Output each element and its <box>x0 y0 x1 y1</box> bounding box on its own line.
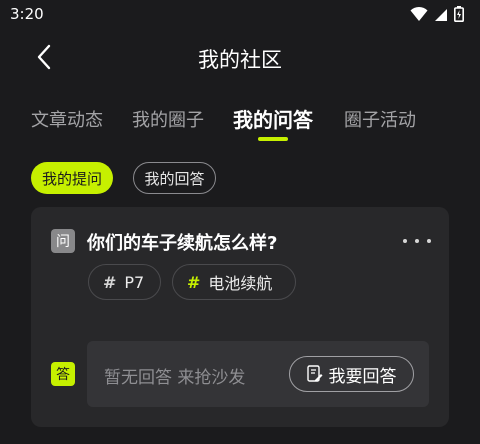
filter-my-answers[interactable]: 我的回答 <box>133 162 216 194</box>
edit-note-icon <box>306 365 322 382</box>
status-time: 3:20 <box>10 5 44 23</box>
active-tab-indicator <box>258 137 288 141</box>
app-header: 我的社区 <box>0 30 480 86</box>
tab-circle-events[interactable]: 圈子活动 <box>344 106 416 132</box>
filter-my-questions[interactable]: 我的提问 <box>31 162 113 194</box>
wifi-icon <box>410 6 428 26</box>
tab-articles[interactable]: 文章动态 <box>31 106 103 132</box>
more-options-button[interactable] <box>403 231 431 251</box>
signal-icon <box>434 7 448 26</box>
status-icons <box>410 6 464 26</box>
tab-my-qa[interactable]: 我的问答 <box>233 104 313 133</box>
battery-icon <box>454 6 464 26</box>
tab-my-circles[interactable]: 我的圈子 <box>132 106 204 132</box>
question-card[interactable]: 问 你们的车子续航怎么样? # P7 # 电池续航 答 暂无回答 来抢沙发 我要… <box>31 207 449 427</box>
tab-bar: 文章动态 我的圈子 我的问答 圈子活动 <box>0 100 480 144</box>
question-badge: 问 <box>51 229 75 253</box>
topic-tag-label: 电池续航 <box>208 274 273 293</box>
answer-badge: 答 <box>51 362 75 386</box>
status-bar: 3:20 <box>0 0 480 30</box>
answer-box: 暂无回答 来抢沙发 我要回答 <box>87 341 429 407</box>
hash-icon: # <box>103 272 117 292</box>
more-dot-icon <box>415 239 419 243</box>
write-answer-label: 我要回答 <box>328 366 397 387</box>
question-title[interactable]: 你们的车子续航怎么样? <box>87 229 277 255</box>
more-dot-icon <box>403 239 407 243</box>
no-answer-text: 暂无回答 来抢沙发 <box>104 368 246 388</box>
page-title: 我的社区 <box>198 48 282 72</box>
topic-tag-label: P7 <box>124 272 145 292</box>
topic-tag[interactable]: # 电池续航 <box>172 264 296 300</box>
topic-tag[interactable]: # P7 <box>88 264 161 300</box>
write-answer-button[interactable]: 我要回答 <box>289 356 414 392</box>
more-dot-icon <box>427 239 431 243</box>
hash-icon: # <box>187 272 201 292</box>
